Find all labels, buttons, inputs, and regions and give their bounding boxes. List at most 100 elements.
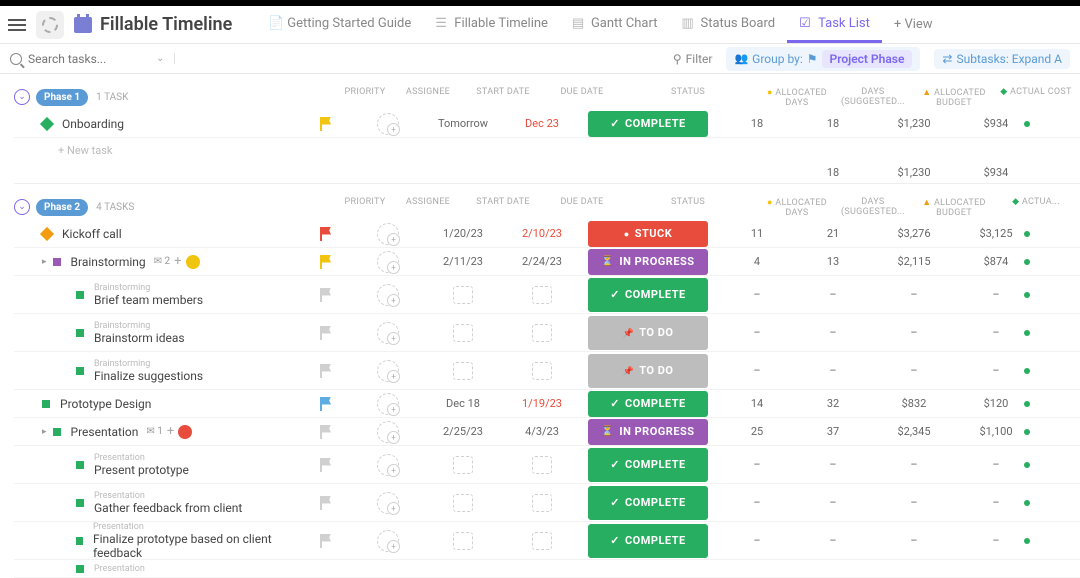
task-row[interactable]: Kickoff call 1/20/23 2/10/23 STUCK 11 21… — [14, 220, 1080, 248]
task-row[interactable]: Onboarding Tomorrow Dec 23 COMPLETE 18 1… — [14, 110, 1080, 138]
subtask-row[interactable]: Presentation Finalize prototype based on… — [14, 522, 1080, 560]
subtask-count[interactable]: ✉ 2 — [154, 256, 170, 267]
search-dropdown[interactable]: ⌄ — [146, 53, 175, 64]
start-date[interactable] — [420, 362, 506, 380]
priority-flag[interactable] — [318, 326, 332, 340]
start-date[interactable]: 2/11/23 — [420, 255, 506, 268]
status-complete[interactable]: COMPLETE — [588, 524, 708, 558]
assignee-placeholder[interactable] — [377, 492, 399, 514]
due-date[interactable]: 4/3/23 — [506, 425, 578, 438]
phase-chip[interactable]: Phase 2 — [36, 199, 88, 216]
new-task-button[interactable]: + New task — [14, 138, 1080, 162]
start-date[interactable] — [420, 494, 506, 512]
actual-cost: $874 — [958, 255, 1034, 268]
due-date[interactable] — [506, 362, 578, 380]
square-icon — [76, 565, 84, 573]
due-date[interactable]: Dec 23 — [506, 117, 578, 130]
assignee-placeholder[interactable] — [377, 393, 399, 415]
expand-caret[interactable]: ▸ — [42, 257, 47, 267]
collapse-button[interactable]: ⌄ — [14, 199, 30, 215]
due-date[interactable] — [506, 532, 578, 550]
assignee-placeholder[interactable] — [377, 360, 399, 382]
menu-button[interactable] — [8, 16, 26, 34]
tab-gantt[interactable]: ▤Gantt Chart — [560, 6, 670, 43]
due-date[interactable] — [506, 286, 578, 304]
parent-name: Presentation — [94, 453, 189, 463]
start-date[interactable]: 1/20/23 — [420, 227, 506, 240]
tab-status-board[interactable]: ▥Status Board — [669, 6, 787, 43]
group-by-control[interactable]: 👥Group by: ⚑ Project Phase — [726, 47, 920, 71]
add-subtask[interactable]: + — [163, 424, 178, 439]
expand-caret[interactable]: ▸ — [42, 427, 47, 437]
status-badge — [178, 425, 192, 439]
due-date[interactable]: 2/10/23 — [506, 227, 578, 240]
status-todo[interactable]: TO DO — [588, 354, 708, 388]
add-subtask[interactable]: + — [170, 254, 185, 269]
add-view-button[interactable]: + View — [882, 17, 945, 32]
priority-flag[interactable] — [318, 496, 332, 510]
status-complete[interactable]: COMPLETE — [588, 391, 708, 417]
priority-flag[interactable] — [318, 227, 332, 241]
tab-getting-started[interactable]: 📄Getting Started Guide — [256, 6, 423, 43]
filter-button[interactable]: ⚲ Filter — [673, 52, 713, 66]
start-date[interactable]: Dec 18 — [420, 397, 506, 410]
status-complete[interactable]: COMPLETE — [588, 486, 708, 520]
assignee-placeholder[interactable] — [377, 223, 399, 245]
due-date[interactable] — [506, 324, 578, 342]
due-date[interactable]: 1/19/23 — [506, 397, 578, 410]
start-date[interactable]: Tomorrow — [420, 117, 506, 130]
status-complete[interactable]: COMPLETE — [588, 448, 708, 482]
start-date[interactable] — [420, 456, 506, 474]
due-date[interactable]: 2/24/23 — [506, 255, 578, 268]
assignee-placeholder[interactable] — [377, 530, 399, 552]
tab-task-list[interactable]: ☑Task List — [787, 6, 882, 43]
status-progress[interactable]: ⏳IN PROGRESS — [588, 249, 708, 275]
assignee-placeholder[interactable] — [377, 113, 399, 135]
board-icon: ▥ — [681, 16, 695, 30]
allocated-budget: – — [870, 534, 958, 547]
subtasks-control[interactable]: ⇄ Subtasks: Expand A — [934, 49, 1070, 69]
phase-chip[interactable]: Phase 1 — [36, 89, 88, 106]
subtask-row[interactable]: Presentation — [14, 560, 1080, 578]
subtask-count[interactable]: ✉ 1 — [146, 426, 162, 437]
priority-flag[interactable] — [318, 397, 332, 411]
app-header: Fillable Timeline 📄Getting Started Guide… — [0, 6, 1080, 44]
start-date[interactable]: 2/25/23 — [420, 425, 506, 438]
tab-fillable-timeline[interactable]: ☰Fillable Timeline — [423, 6, 560, 43]
status-complete[interactable]: COMPLETE — [588, 111, 708, 137]
priority-flag[interactable] — [318, 117, 332, 131]
subtask-row[interactable]: Presentation Present prototype COMPLETE … — [14, 446, 1080, 484]
subtask-row[interactable]: Presentation Gather feedback from client… — [14, 484, 1080, 522]
task-row[interactable]: ▸Presentation✉ 1+ 2/25/23 4/3/23 ⏳IN PRO… — [14, 418, 1080, 446]
start-date[interactable] — [420, 286, 506, 304]
search-input[interactable] — [28, 52, 138, 66]
subtask-row[interactable]: Brainstorming Brief team members COMPLET… — [14, 276, 1080, 314]
collapse-button[interactable]: ⌄ — [14, 89, 30, 105]
status-progress[interactable]: ⏳IN PROGRESS — [588, 419, 708, 445]
assignee-placeholder[interactable] — [377, 454, 399, 476]
assignee-placeholder[interactable] — [377, 251, 399, 273]
priority-flag[interactable] — [318, 255, 332, 269]
subtask-row[interactable]: Brainstorming Brainstorm ideas TO DO – –… — [14, 314, 1080, 352]
diamond-icon — [40, 116, 54, 130]
assignee-placeholder[interactable] — [377, 421, 399, 443]
status-complete[interactable]: COMPLETE — [588, 278, 708, 312]
task-row[interactable]: Prototype Design Dec 18 1/19/23 COMPLETE… — [14, 390, 1080, 418]
priority-flag[interactable] — [318, 534, 332, 548]
priority-flag[interactable] — [318, 288, 332, 302]
priority-flag[interactable] — [318, 425, 332, 439]
allocated-days: – — [718, 326, 796, 339]
assignee-placeholder[interactable] — [377, 284, 399, 306]
phase-header: ⌄ Phase 1 1 TASK PRIORITYASSIGNEE START … — [14, 84, 1080, 110]
status-stuck[interactable]: STUCK — [588, 221, 708, 247]
subtask-row[interactable]: Brainstorming Finalize suggestions TO DO… — [14, 352, 1080, 390]
priority-flag[interactable] — [318, 364, 332, 378]
start-date[interactable] — [420, 532, 506, 550]
task-row[interactable]: ▸Brainstorming✉ 2+ 2/11/23 2/24/23 ⏳IN P… — [14, 248, 1080, 276]
due-date[interactable] — [506, 494, 578, 512]
start-date[interactable] — [420, 324, 506, 342]
priority-flag[interactable] — [318, 458, 332, 472]
due-date[interactable] — [506, 456, 578, 474]
assignee-placeholder[interactable] — [377, 322, 399, 344]
status-todo[interactable]: TO DO — [588, 316, 708, 350]
